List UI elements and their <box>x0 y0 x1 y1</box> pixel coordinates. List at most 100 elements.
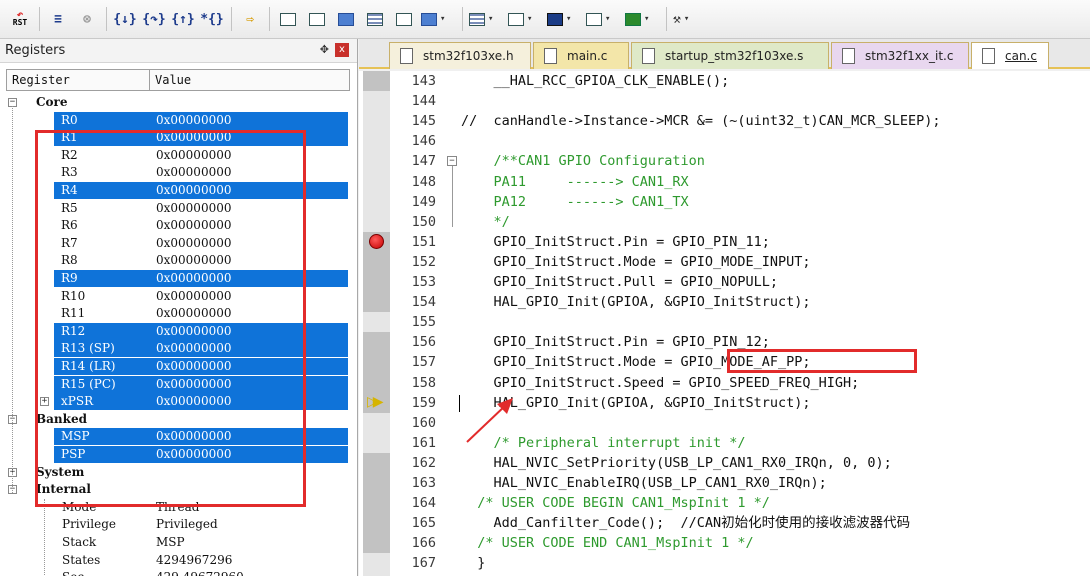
memory-window-dropdown[interactable] <box>469 7 503 31</box>
run-to-cursor-icon: *{} <box>200 11 224 27</box>
editor-tab-label: stm32f103xe.h <box>423 49 514 63</box>
code-line[interactable]: GPIO_InitStruct.Speed = GPIO_SPEED_FREQ_… <box>461 373 860 393</box>
reset-cpu-icon: ↶ RST <box>12 8 28 27</box>
register-value[interactable]: MSP <box>156 535 185 549</box>
code-line[interactable]: Add_Canfilter_Code(); //CAN初始化时使用的接收滤波器代… <box>461 513 911 533</box>
line-number: 152 <box>411 253 436 270</box>
editor-tab[interactable]: can.c <box>971 42 1049 69</box>
code-editor[interactable]: 143 144 145 146 147 148 149 150 151 152 153 154 155 1… <box>359 71 1090 576</box>
toolbox-dropdown[interactable]: ⚒ <box>673 7 707 31</box>
registers-pane: Registers ✥ x Register Value − Core R0 0x00… <box>0 39 358 576</box>
arrow-right-icon: ⇨ <box>246 11 254 27</box>
code-line[interactable]: PA12 ------> CAN1_TX <box>461 192 689 212</box>
editor-tab[interactable]: main.c <box>533 42 629 69</box>
code-line[interactable]: HAL_NVIC_SetPriority(USB_LP_CAN1_RX0_IRQ… <box>461 453 892 473</box>
pin-icon[interactable]: ✥ <box>320 43 329 56</box>
line-number: 147 <box>411 153 436 170</box>
register-row[interactable]: Sec 429.49672960 <box>6 569 350 576</box>
register-value[interactable]: 0x00000000 <box>156 113 231 127</box>
editor-tab-strip: stm32f103xe.h main.c startup_stm32f103xe.s… <box>359 39 1090 69</box>
code-line[interactable]: GPIO_InitStruct.Pin = GPIO_PIN_12; <box>461 332 770 352</box>
file-icon <box>842 48 855 64</box>
editor-tab-label: can.c <box>1005 49 1037 63</box>
analysis-window-dropdown[interactable] <box>547 7 581 31</box>
annotation-arrow <box>466 398 513 443</box>
register-row[interactable]: States 4294967296 <box>6 552 350 569</box>
run-button[interactable]: ≡ <box>46 7 70 31</box>
code-line[interactable]: PA11 ------> CAN1_RX <box>461 172 689 192</box>
code-line[interactable]: /* USER CODE BEGIN CAN1_MspInit 1 */ <box>461 493 770 513</box>
column-header-value[interactable]: Value <box>150 70 191 90</box>
code-line[interactable]: GPIO_InitStruct.Pin = GPIO_PIN_11; <box>461 232 770 252</box>
line-number-column: 143 144 145 146 147 148 149 150 151 152 153 154 155 1… <box>390 71 445 576</box>
tree-connector <box>44 498 45 576</box>
step-into-button[interactable]: {↓} <box>113 7 137 31</box>
register-row[interactable]: Privilege Privileged <box>6 516 350 533</box>
disassembly-icon <box>309 12 325 26</box>
code-line[interactable]: GPIO_InitStruct.Pull = GPIO_NOPULL; <box>461 272 778 292</box>
line-number: 151 <box>411 233 436 250</box>
symbols-window-button[interactable] <box>334 7 358 31</box>
editor-tab[interactable]: stm32f1xx_it.c <box>831 42 969 69</box>
file-icon <box>642 48 655 64</box>
code-line[interactable]: } <box>461 553 485 573</box>
register-name: Stack <box>62 535 97 549</box>
register-row[interactable]: R0 0x00000000 <box>6 111 350 129</box>
code-line[interactable]: __HAL_RCC_GPIOA_CLK_ENABLE(); <box>461 71 730 91</box>
symbols-icon <box>338 12 354 26</box>
register-row[interactable]: Stack MSP <box>6 534 350 551</box>
trace-window-dropdown[interactable] <box>586 7 620 31</box>
toolbar-separator <box>666 7 667 31</box>
tree-connector <box>12 106 13 494</box>
line-number: 157 <box>411 354 436 371</box>
annotation-highlight-box <box>727 349 917 373</box>
registers-window-button[interactable] <box>363 7 387 31</box>
step-out-button[interactable]: {↑} <box>171 7 195 31</box>
call-stack-icon <box>396 12 412 26</box>
line-number: 156 <box>411 334 436 351</box>
close-icon[interactable]: x <box>335 43 349 57</box>
line-number: 165 <box>411 515 436 532</box>
line-number: 143 <box>411 73 436 89</box>
line-number: 167 <box>411 555 436 572</box>
column-header-register[interactable]: Register <box>7 70 150 90</box>
code-line[interactable]: /**CAN1 GPIO Configuration <box>461 151 705 171</box>
code-line[interactable]: HAL_NVIC_EnableIRQ(USB_LP_CAN1_RX0_IRQn)… <box>461 473 827 493</box>
reset-cpu-button[interactable]: ↶ RST <box>8 7 32 31</box>
run-to-cursor-button[interactable]: *{} <box>200 7 224 31</box>
command-window-icon <box>280 12 296 26</box>
toolbar-separator <box>462 7 463 31</box>
watch-window-dropdown[interactable] <box>421 7 455 31</box>
system-viewer-dropdown[interactable] <box>625 7 659 31</box>
line-number: 164 <box>411 495 436 512</box>
call-stack-window-button[interactable] <box>392 7 416 31</box>
register-value[interactable]: 429.49672960 <box>156 570 244 576</box>
step-over-button[interactable]: {↷} <box>142 7 166 31</box>
memory-icon <box>469 12 485 26</box>
register-name: R0 <box>61 112 78 127</box>
register-value[interactable]: Privileged <box>156 517 218 531</box>
editor-tab[interactable]: stm32f103xe.h <box>389 42 531 69</box>
register-value[interactable]: 4294967296 <box>156 553 232 567</box>
trace-icon <box>586 12 602 26</box>
stop-button[interactable]: ⊗ <box>75 7 99 31</box>
code-line[interactable]: */ <box>461 212 510 232</box>
register-name: Sec <box>62 570 84 576</box>
line-number: 154 <box>411 294 436 311</box>
code-line[interactable]: GPIO_InitStruct.Mode = GPIO_MODE_INPUT; <box>461 252 811 272</box>
fold-collapse-icon[interactable]: − <box>447 156 457 167</box>
code-line[interactable]: // canHandle->Instance->MCR &= (~(uint32… <box>461 111 941 131</box>
editor-tab[interactable]: startup_stm32f103xe.s <box>631 42 829 69</box>
disassembly-window-button[interactable] <box>305 7 329 31</box>
code-line[interactable]: HAL_GPIO_Init(GPIOA, &GPIO_InitStruct); <box>461 292 811 312</box>
line-number: 148 <box>411 173 436 190</box>
file-icon <box>982 48 995 64</box>
toolbar-separator <box>39 7 40 31</box>
line-number: 160 <box>411 414 436 431</box>
command-window-button[interactable] <box>276 7 300 31</box>
serial-window-dropdown[interactable] <box>508 7 542 31</box>
register-group-row[interactable]: − Core <box>6 94 350 111</box>
show-next-statement-button[interactable]: ⇨ <box>238 7 262 31</box>
line-number: 161 <box>411 434 436 451</box>
code-line[interactable]: /* USER CODE END CAN1_MspInit 1 */ <box>461 533 753 553</box>
